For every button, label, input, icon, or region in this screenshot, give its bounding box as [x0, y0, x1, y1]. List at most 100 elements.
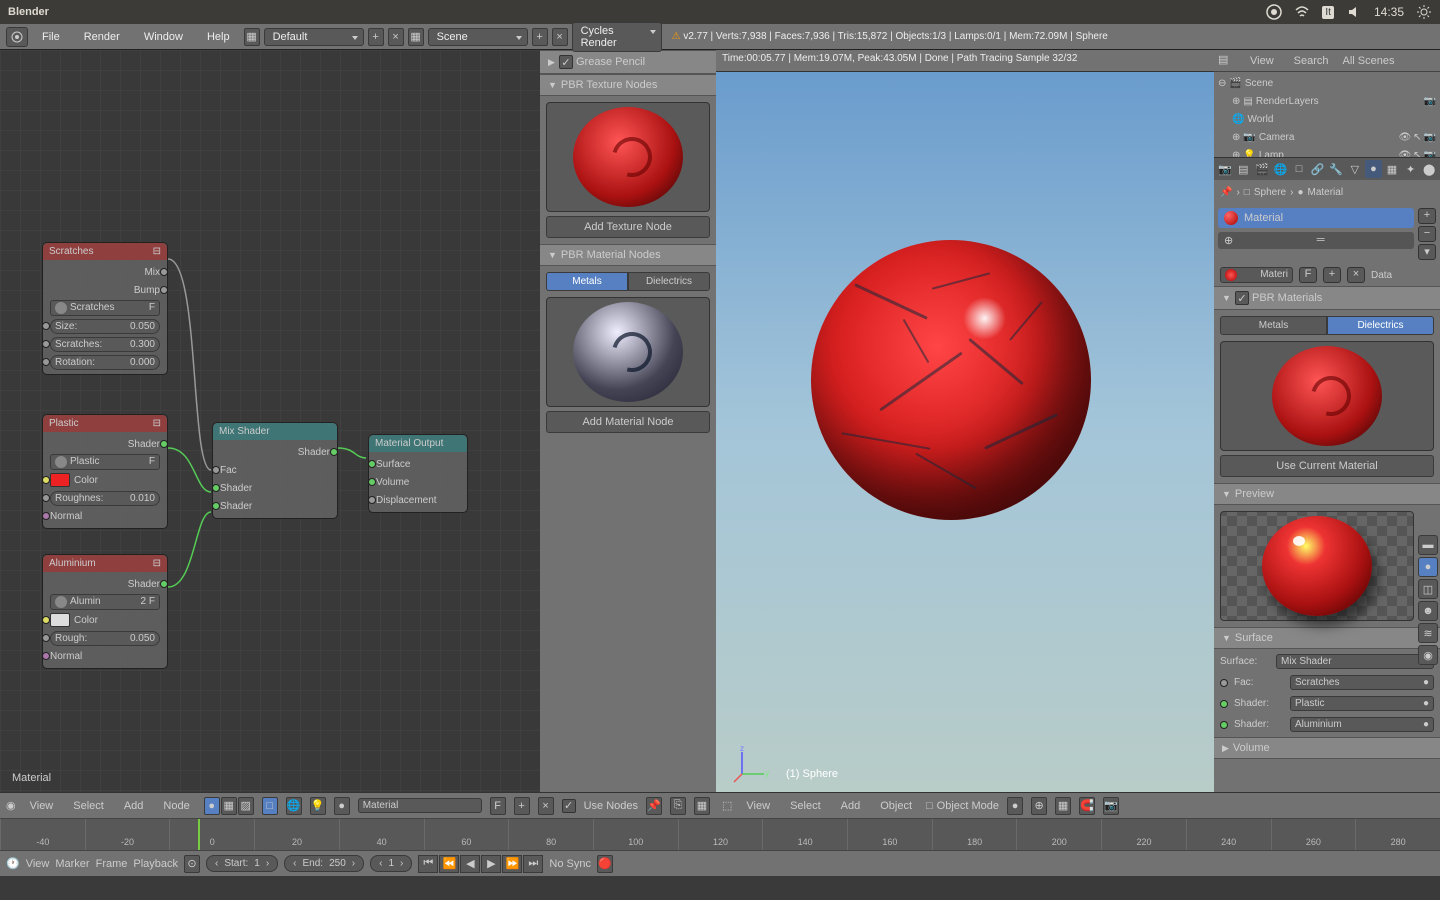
playhead[interactable]: [198, 819, 200, 850]
use-current-material-button[interactable]: Use Current Material: [1220, 455, 1434, 477]
jump-end-icon[interactable]: ⏭: [523, 855, 543, 873]
wifi-icon[interactable]: [1294, 4, 1310, 20]
vp-object[interactable]: Object: [874, 798, 918, 814]
3d-viewport[interactable]: Time:00:05.77 | Mem:19.07M, Peak:43.05M …: [716, 50, 1214, 792]
cursor-icon[interactable]: ↖: [1413, 150, 1421, 159]
menu-render[interactable]: Render: [74, 29, 130, 45]
tab-material[interactable]: ●: [1365, 160, 1383, 178]
ne-add[interactable]: Add: [118, 798, 150, 814]
outliner-search[interactable]: Search: [1288, 53, 1335, 69]
autokey-icon[interactable]: 🔴: [597, 855, 613, 873]
render-icon[interactable]: 📷: [1424, 150, 1436, 159]
vp-view[interactable]: View: [740, 798, 776, 814]
tl-marker[interactable]: Marker: [55, 858, 89, 870]
scene-browse-icon[interactable]: ▦: [408, 28, 424, 46]
node-plastic[interactable]: Plastic⊟ Shader PlasticF Color Roughnes:…: [42, 414, 168, 529]
slot-menu[interactable]: ▾: [1418, 244, 1436, 260]
material-slot[interactable]: Material: [1218, 208, 1414, 228]
collapse-icon[interactable]: ⊟: [153, 246, 161, 257]
preview-sphere-icon[interactable]: ●: [1418, 557, 1438, 577]
shader-type-icon[interactable]: ●: [204, 797, 220, 815]
tab-modifiers[interactable]: 🔧: [1327, 160, 1345, 178]
fake-user-btn[interactable]: F: [1299, 267, 1317, 283]
mat-add[interactable]: +: [1323, 267, 1341, 283]
scene-del[interactable]: ×: [552, 28, 568, 46]
copy-icon[interactable]: ⎘: [670, 797, 686, 815]
mat-unlink[interactable]: ×: [1347, 267, 1365, 283]
tab-dielectrics-prop[interactable]: Dielectrics: [1327, 316, 1434, 335]
outliner-filter[interactable]: All Scenes: [1343, 55, 1436, 67]
rotation-field[interactable]: Rotation:0.000: [50, 355, 160, 370]
keyboard-layout[interactable]: It: [1322, 6, 1334, 19]
outliner[interactable]: ▤ View Search All Scenes ⊖🎬Scene ⊕▤Rende…: [1214, 50, 1440, 158]
range-icon[interactable]: ⊙: [184, 855, 200, 873]
layout-del[interactable]: ×: [388, 28, 404, 46]
cursor-icon[interactable]: ↖: [1413, 132, 1421, 143]
tab-object[interactable]: □: [1290, 160, 1308, 178]
editor-type-icon[interactable]: ▤: [1218, 53, 1236, 69]
slot-add[interactable]: +: [1418, 208, 1436, 224]
menu-file[interactable]: File: [32, 29, 70, 45]
layout-add[interactable]: +: [368, 28, 384, 46]
gear-icon[interactable]: [1416, 4, 1432, 20]
panel-grease-pencil[interactable]: ▶✓ Grease Pencil: [540, 50, 716, 74]
vp-add[interactable]: Add: [835, 798, 867, 814]
current-frame-field[interactable]: ‹1›: [370, 855, 412, 872]
layers-icon[interactable]: ▦: [1055, 797, 1071, 815]
clock[interactable]: 14:35: [1374, 5, 1404, 19]
fake-user[interactable]: F: [490, 797, 506, 815]
panel-preview[interactable]: ▼Preview: [1214, 483, 1440, 505]
end-frame-field[interactable]: ‹End:250›: [284, 855, 364, 872]
panel-volume[interactable]: ▶Volume: [1214, 737, 1440, 759]
tab-metals[interactable]: Metals: [546, 272, 628, 291]
editor-type-icon[interactable]: ◉: [6, 799, 16, 812]
render-icon[interactable]: 📷: [1424, 96, 1436, 107]
tab-dielectrics[interactable]: Dielectrics: [628, 272, 710, 291]
node-material-output[interactable]: Material Output Surface Volume Displacem…: [368, 434, 468, 513]
texture-type-icon[interactable]: ▨: [238, 797, 254, 815]
outliner-view[interactable]: View: [1244, 53, 1280, 69]
keyframe-next-icon[interactable]: ⏩: [502, 855, 522, 873]
compositor-type-icon[interactable]: ▦: [221, 797, 237, 815]
material-field[interactable]: Material: [358, 798, 482, 813]
pin-icon[interactable]: 📌: [646, 797, 662, 815]
menu-help[interactable]: Help: [197, 29, 240, 45]
eye-icon[interactable]: 👁: [1398, 132, 1411, 143]
slot-remove[interactable]: −: [1418, 226, 1436, 242]
ne-view[interactable]: View: [24, 798, 60, 814]
vp-select[interactable]: Select: [784, 798, 827, 814]
mat-browse-icon[interactable]: ●: [334, 797, 350, 815]
shader2-dropdown[interactable]: Aluminium●: [1290, 717, 1434, 732]
tree-world[interactable]: 🌐World: [1218, 110, 1436, 128]
start-frame-field[interactable]: ‹Start:1›: [206, 855, 278, 872]
size-field[interactable]: Size:0.050: [50, 319, 160, 334]
node-editor[interactable]: Scratches⊟ Mix Bump ScratchesF Size:0.05…: [0, 50, 540, 792]
roughness-field[interactable]: Roughnes:0.010: [50, 491, 160, 506]
mode-dropdown[interactable]: □Object Mode: [926, 800, 999, 812]
world-mat-icon[interactable]: 🌐: [286, 797, 302, 815]
tl-frame[interactable]: Frame: [96, 858, 128, 870]
node-scratches[interactable]: Scratches⊟ Mix Bump ScratchesF Size:0.05…: [42, 242, 168, 375]
rough-field[interactable]: Rough:0.050: [50, 631, 160, 646]
scratches-field[interactable]: Scratches:0.300: [50, 337, 160, 352]
panel-pbr-materials[interactable]: ▼✓ PBR Materials: [1214, 286, 1440, 310]
collapse-icon[interactable]: ⊟: [153, 418, 161, 429]
tree-scene[interactable]: ⊖🎬Scene: [1218, 74, 1436, 92]
chrome-icon[interactable]: [1266, 4, 1282, 20]
tab-render[interactable]: 📷: [1216, 160, 1234, 178]
keyframe-prev-icon[interactable]: ⏪: [439, 855, 459, 873]
tab-layers[interactable]: ▤: [1235, 160, 1253, 178]
pivot-icon[interactable]: ⊕: [1031, 797, 1047, 815]
scene-selector[interactable]: Scene: [428, 28, 528, 46]
render-icon[interactable]: 📷: [1103, 797, 1119, 815]
panel-pbr-material[interactable]: ▼PBR Material Nodes: [540, 244, 716, 266]
tl-view[interactable]: View: [26, 858, 50, 870]
eye-icon[interactable]: 👁: [1398, 150, 1411, 159]
shading-icon[interactable]: ●: [1007, 797, 1023, 815]
preview-fluid-icon[interactable]: ◉: [1418, 645, 1438, 665]
tab-scene[interactable]: 🎬: [1253, 160, 1271, 178]
shader1-dropdown[interactable]: Plastic●: [1290, 696, 1434, 711]
node-mix-shader[interactable]: Mix Shader Shader Fac Shader Shader: [212, 422, 338, 519]
pin-icon[interactable]: 📌: [1220, 187, 1232, 198]
panel-surface[interactable]: ▼Surface: [1214, 627, 1440, 649]
